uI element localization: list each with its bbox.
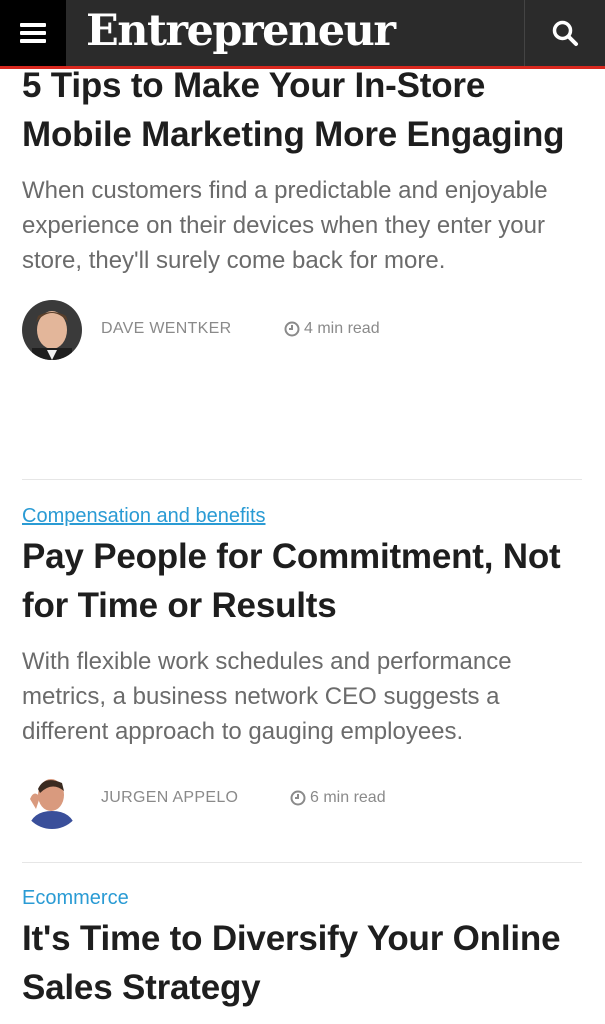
article-summary: When customers find a predictable and en… <box>22 177 548 274</box>
author-name[interactable]: JURGEN APPELO <box>101 789 238 807</box>
site-logo[interactable]: Entrepreneur <box>86 2 396 60</box>
top-navigation-bar: Entrepreneur <box>0 0 605 69</box>
clock-icon <box>284 321 300 337</box>
article-headline[interactable]: It's Time to Diversify Your Online Sales… <box>22 914 582 1012</box>
author-avatar[interactable] <box>22 769 82 829</box>
read-time-label: 4 min read <box>304 320 380 337</box>
search-icon <box>552 20 578 46</box>
read-time: 6 min read <box>290 789 386 807</box>
hamburger-menu-icon <box>20 23 46 43</box>
article-headline[interactable]: Pay People for Commitment, Not for Time … <box>22 532 582 630</box>
read-time: 4 min read <box>284 320 380 338</box>
article-byline: JURGEN APPELO 6 min read <box>22 769 582 831</box>
article-card: 5 Tips to Make Your In-Store Mobile Mark… <box>22 61 582 362</box>
article-divider <box>22 862 582 863</box>
article-summary: With flexible work schedules and perform… <box>22 648 512 745</box>
article-divider <box>22 479 582 480</box>
article-headline[interactable]: 5 Tips to Make Your In-Store Mobile Mark… <box>22 61 582 159</box>
author-avatar[interactable] <box>22 300 82 360</box>
article-byline: DAVE WENTKER 4 min read <box>22 300 582 362</box>
article-card: Compensation and benefits Pay People for… <box>22 504 582 831</box>
category-link[interactable]: Ecommerce <box>22 886 582 910</box>
search-button[interactable] <box>524 0 605 66</box>
clock-icon <box>290 790 306 806</box>
article-card: Ecommerce It's Time to Diversify Your On… <box>22 886 582 1012</box>
category-link[interactable]: Compensation and benefits <box>22 504 582 528</box>
author-name[interactable]: DAVE WENTKER <box>101 320 231 338</box>
read-time-label: 6 min read <box>310 789 386 806</box>
menu-button[interactable] <box>0 0 66 66</box>
